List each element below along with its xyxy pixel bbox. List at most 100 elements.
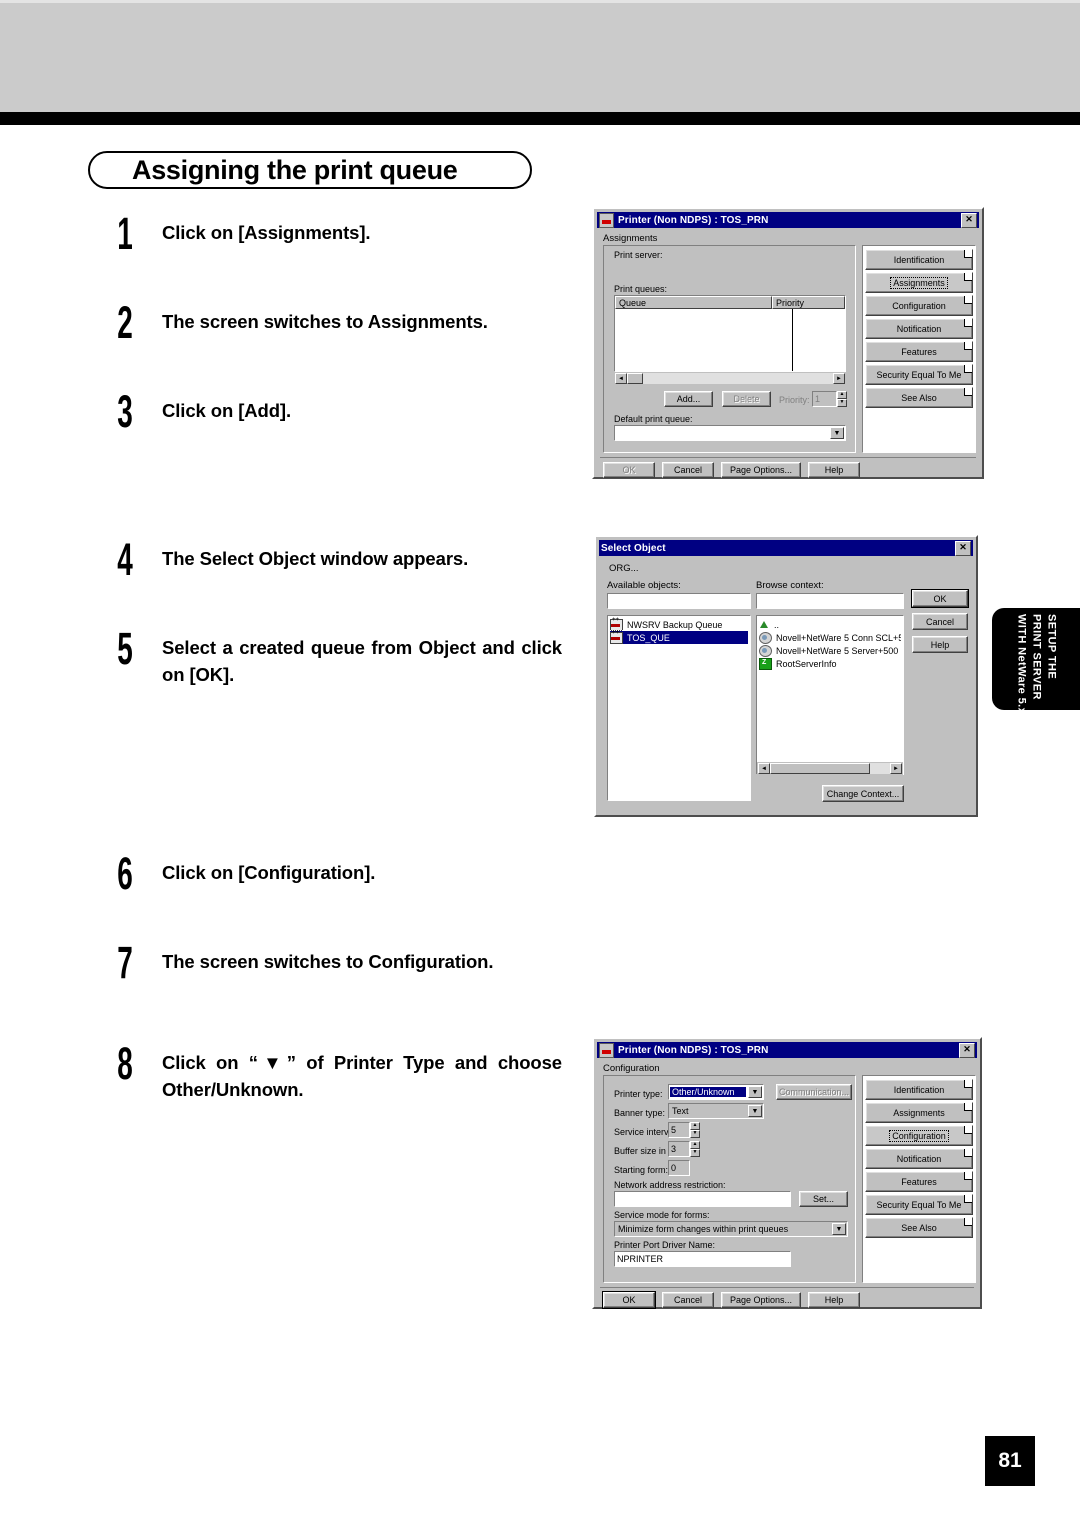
spin-up-icon[interactable]: ▲ bbox=[837, 391, 847, 399]
step-2-text: The screen switches to Assignments. bbox=[162, 311, 488, 332]
spin-down-icon[interactable]: ▼ bbox=[837, 399, 847, 407]
printer-icon bbox=[599, 1042, 614, 1058]
list-item[interactable]: TOS_QUE bbox=[609, 630, 749, 645]
service-mode-combo[interactable]: Minimize form changes within print queue… bbox=[614, 1221, 848, 1237]
tab-configuration[interactable]: Configuration bbox=[865, 295, 973, 316]
spin-up-icon[interactable]: ▲ bbox=[690, 1141, 700, 1149]
help-button[interactable]: Help bbox=[808, 462, 860, 478]
scroll-thumb[interactable] bbox=[770, 763, 870, 774]
print-queues-label: Print queues: bbox=[614, 284, 668, 294]
tab-features[interactable]: Features bbox=[865, 341, 973, 362]
printer-type-combo[interactable]: Other/Unknown ▼ bbox=[668, 1084, 764, 1100]
step-6-number: 6 bbox=[117, 848, 133, 899]
current-context-label: ORG... bbox=[609, 563, 639, 574]
tab-notification[interactable]: Notification bbox=[865, 1148, 973, 1169]
scroll-right-icon[interactable]: ► bbox=[833, 373, 845, 384]
scroll-left-icon[interactable]: ◄ bbox=[758, 763, 770, 774]
spin-down-icon[interactable]: ▼ bbox=[690, 1149, 700, 1157]
set-button[interactable]: Set... bbox=[799, 1191, 848, 1207]
ok-button[interactable]: OK bbox=[912, 590, 968, 607]
help-button[interactable]: Help bbox=[808, 1292, 860, 1308]
queue-list-hscrollbar[interactable]: ◄ ► bbox=[614, 372, 846, 385]
priority-input[interactable]: 1 bbox=[812, 391, 837, 407]
tab-notification[interactable]: Notification bbox=[865, 318, 973, 339]
priority-column-header[interactable]: Priority bbox=[772, 296, 845, 309]
tab-see-also[interactable]: See Also bbox=[865, 1217, 973, 1238]
tab-features[interactable]: Features bbox=[865, 1171, 973, 1192]
add-button[interactable]: Add... bbox=[664, 391, 713, 407]
banner-type-combo[interactable]: Text ▼ bbox=[668, 1103, 764, 1119]
cancel-button[interactable]: Cancel bbox=[662, 1292, 714, 1308]
spin-up-icon[interactable]: ▲ bbox=[690, 1122, 700, 1130]
ok-button[interactable]: OK bbox=[603, 1292, 655, 1308]
close-icon[interactable]: ✕ bbox=[959, 1042, 975, 1058]
globe-icon bbox=[759, 631, 772, 644]
queue-list-divider bbox=[792, 309, 793, 371]
chevron-down-icon[interactable]: ▼ bbox=[748, 1105, 762, 1117]
banner-type-value: Text bbox=[672, 1106, 689, 1116]
scroll-left-icon[interactable]: ◄ bbox=[615, 373, 627, 384]
service-interval-spinner[interactable]: ▲ ▼ bbox=[690, 1122, 700, 1138]
priority-spinner[interactable]: ▲ ▼ bbox=[837, 391, 847, 407]
service-interval-input[interactable]: 5 bbox=[668, 1122, 690, 1138]
buffer-size-spinner[interactable]: ▲ ▼ bbox=[690, 1141, 700, 1157]
cancel-button[interactable]: Cancel bbox=[912, 613, 968, 630]
port-driver-name-input[interactable]: NPRINTER bbox=[614, 1251, 791, 1267]
close-icon[interactable]: ✕ bbox=[961, 212, 977, 228]
ok-button: OK bbox=[603, 462, 655, 478]
available-objects-filter-input[interactable] bbox=[607, 593, 751, 609]
globe-icon bbox=[759, 644, 772, 657]
tab-identification[interactable]: Identification bbox=[865, 249, 973, 270]
green-object-icon bbox=[759, 657, 772, 670]
chapter-thumb-line-3: WITH NetWare 5.x bbox=[1015, 614, 1028, 715]
tab-assignments[interactable]: Assignments bbox=[865, 272, 973, 293]
scroll-right-icon[interactable]: ► bbox=[890, 763, 902, 774]
network-address-restriction-input[interactable] bbox=[614, 1191, 791, 1207]
queue-column-header[interactable]: Queue bbox=[615, 296, 772, 309]
page-options-button[interactable]: Page Options... bbox=[721, 1292, 801, 1308]
step-1-number: 1 bbox=[117, 208, 133, 259]
page-header-rule bbox=[0, 112, 1080, 125]
starting-form-input[interactable]: 0 bbox=[668, 1160, 690, 1176]
step-7-number: 7 bbox=[117, 937, 133, 988]
tab-notification-label: Notification bbox=[896, 323, 942, 334]
chapter-thumb-line-2: PRINT SERVER bbox=[1030, 614, 1043, 700]
list-item[interactable]: RootServerInfo bbox=[759, 657, 901, 670]
change-context-button[interactable]: Change Context... bbox=[822, 785, 904, 802]
dialog-button-separator bbox=[600, 1287, 974, 1288]
list-item-label: TOS_QUE bbox=[627, 632, 670, 643]
scroll-track[interactable] bbox=[870, 763, 890, 774]
browse-context-filter-input[interactable] bbox=[756, 593, 904, 609]
list-item[interactable]: Novell+NetWare 5 Conn SCL+5I bbox=[759, 631, 901, 644]
default-print-queue-combo[interactable]: ▼ bbox=[614, 425, 846, 441]
help-button[interactable]: Help bbox=[912, 636, 968, 653]
cancel-button[interactable]: Cancel bbox=[662, 462, 714, 478]
tab-assignments-label: Assignments bbox=[890, 276, 948, 289]
tab-see-also[interactable]: See Also bbox=[865, 387, 973, 408]
chevron-down-icon[interactable]: ▼ bbox=[832, 1223, 846, 1235]
list-item[interactable]: Novell+NetWare 5 Server+500 bbox=[759, 644, 901, 657]
dialog-title: Printer (Non NDPS) : TOS_PRN bbox=[618, 1044, 769, 1056]
spin-down-icon[interactable]: ▼ bbox=[690, 1130, 700, 1138]
buffer-size-input[interactable]: 3 bbox=[668, 1141, 690, 1157]
chevron-down-icon[interactable]: ▼ bbox=[748, 1086, 762, 1098]
page-options-button[interactable]: Page Options... bbox=[721, 462, 801, 478]
available-objects-label: Available objects: bbox=[607, 580, 681, 591]
chevron-down-icon[interactable]: ▼ bbox=[830, 427, 844, 439]
step-8-text: Click on “▼” of Printer Type and choose … bbox=[162, 1052, 562, 1100]
tab-assignments[interactable]: Assignments bbox=[865, 1102, 973, 1123]
list-item[interactable]: NWSRV Backup Queue bbox=[610, 617, 748, 631]
tab-security-equal-to-me[interactable]: Security Equal To Me bbox=[865, 364, 973, 385]
close-icon[interactable]: ✕ bbox=[955, 540, 971, 556]
chapter-thumb-line-1: SETUP THE bbox=[1045, 614, 1058, 680]
list-item[interactable]: .. bbox=[759, 618, 901, 631]
tab-configuration[interactable]: Configuration bbox=[865, 1125, 973, 1146]
tab-security-equal-to-me-label: Security Equal To Me bbox=[876, 1199, 962, 1210]
tab-configuration-label: Configuration bbox=[889, 1129, 949, 1142]
up-folder-icon bbox=[759, 620, 770, 630]
scroll-thumb[interactable] bbox=[627, 373, 643, 384]
tab-identification[interactable]: Identification bbox=[865, 1079, 973, 1100]
scroll-track[interactable] bbox=[643, 373, 833, 384]
tab-security-equal-to-me[interactable]: Security Equal To Me bbox=[865, 1194, 973, 1215]
browse-context-hscrollbar[interactable]: ◄ ► bbox=[757, 762, 903, 775]
